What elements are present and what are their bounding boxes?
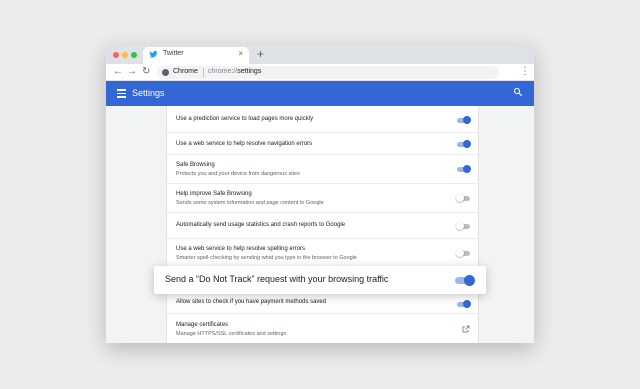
setting-row[interactable]: Allow sites to check if you have payment… [167, 292, 480, 314]
twitter-bird-icon [149, 50, 158, 58]
site-chip: Chrome [173, 68, 198, 75]
setting-toggle[interactable] [457, 165, 471, 173]
toggle-knob [464, 275, 475, 286]
toggle-knob [456, 249, 464, 257]
toggle-knob [456, 194, 464, 202]
tab-close-icon[interactable]: × [238, 49, 243, 59]
toggle-knob [463, 300, 471, 308]
setting-toggle[interactable] [456, 194, 470, 202]
setting-description: Smarter spell-checking by sending what y… [176, 255, 357, 261]
new-tab-button[interactable]: + [257, 47, 264, 61]
toggle-knob [463, 165, 471, 173]
page-title: Settings [132, 88, 165, 98]
close-window-button[interactable] [113, 52, 119, 58]
toolbar: ← → ↻ Chrome chrome://settings ☆ ⋮ [106, 64, 534, 81]
reload-icon[interactable]: ↻ [142, 65, 150, 79]
setting-label: Safe Browsing [176, 162, 215, 168]
setting-label: Allow sites to check if you have payment… [176, 299, 327, 305]
url-text: chrome://settings [208, 68, 261, 75]
setting-row[interactable]: Help improve Safe Browsing Sends some sys… [167, 184, 480, 213]
search-icon[interactable] [513, 87, 523, 97]
do-not-track-row[interactable]: Send a “Do Not Track” request with your … [154, 266, 486, 294]
setting-row[interactable]: Use a web service to help resolve spelli… [167, 239, 480, 267]
setting-toggle[interactable] [456, 222, 470, 230]
tab-title: Twitter [163, 50, 184, 57]
setting-toggle[interactable] [457, 300, 471, 308]
toggle-knob [463, 116, 471, 124]
address-bar[interactable]: Chrome chrome://settings ☆ [157, 66, 499, 79]
toggle-knob [456, 222, 464, 230]
setting-description: Sends some system information and page c… [176, 200, 324, 206]
setting-row[interactable]: Use a prediction service to load pages m… [167, 106, 480, 133]
hamburger-menu-icon[interactable] [117, 89, 126, 98]
setting-label: Use a prediction service to load pages m… [176, 116, 314, 122]
setting-toggle[interactable] [457, 116, 471, 124]
setting-description: Manage HTTPS/SSL certificates and settin… [176, 331, 287, 337]
tab-strip: Twitter × + [106, 45, 534, 64]
maximize-window-button[interactable] [131, 52, 137, 58]
back-icon[interactable]: ← [113, 65, 123, 79]
url-path: settings [237, 68, 262, 75]
setting-label: Automatically send usage statistics and … [176, 222, 346, 228]
setting-row[interactable]: Manage certificates Manage HTTPS/SSL cert… [167, 314, 480, 343]
setting-toggle[interactable] [456, 249, 470, 257]
setting-row[interactable]: Automatically send usage statistics and … [167, 213, 480, 239]
address-separator [203, 68, 204, 77]
setting-row[interactable]: Safe Browsing Protects you and your devic… [167, 155, 480, 184]
setting-toggle[interactable] [457, 140, 471, 148]
forward-icon[interactable]: → [127, 65, 137, 79]
privacy-settings-card: Use a prediction service to load pages m… [166, 106, 480, 343]
open-external-icon[interactable] [462, 325, 470, 333]
minimize-window-button[interactable] [122, 52, 128, 58]
setting-row[interactable]: Use a web service to help resolve naviga… [167, 133, 480, 155]
setting-label: Use a web service to help resolve naviga… [176, 141, 313, 147]
setting-label: Manage certificates [176, 322, 229, 328]
url-prefix: chrome:// [208, 68, 238, 75]
settings-content: Use a prediction service to load pages m… [106, 106, 534, 343]
toggle-knob [463, 140, 471, 148]
setting-description: Protects you and your device from danger… [176, 171, 300, 177]
browser-window: Twitter × + ← → ↻ Chrome chrome://settin… [106, 45, 534, 343]
do-not-track-toggle[interactable] [455, 275, 475, 286]
settings-header: Settings [106, 81, 534, 106]
browser-menu-icon[interactable]: ⋮ [520, 65, 530, 79]
setting-label: Use a web service to help resolve spelli… [176, 246, 306, 252]
tab-twitter[interactable]: Twitter × [143, 47, 249, 64]
do-not-track-label: Send a “Do Not Track” request with your … [165, 274, 389, 284]
setting-label: Help improve Safe Browsing [176, 191, 252, 197]
chrome-page-icon [162, 69, 169, 76]
